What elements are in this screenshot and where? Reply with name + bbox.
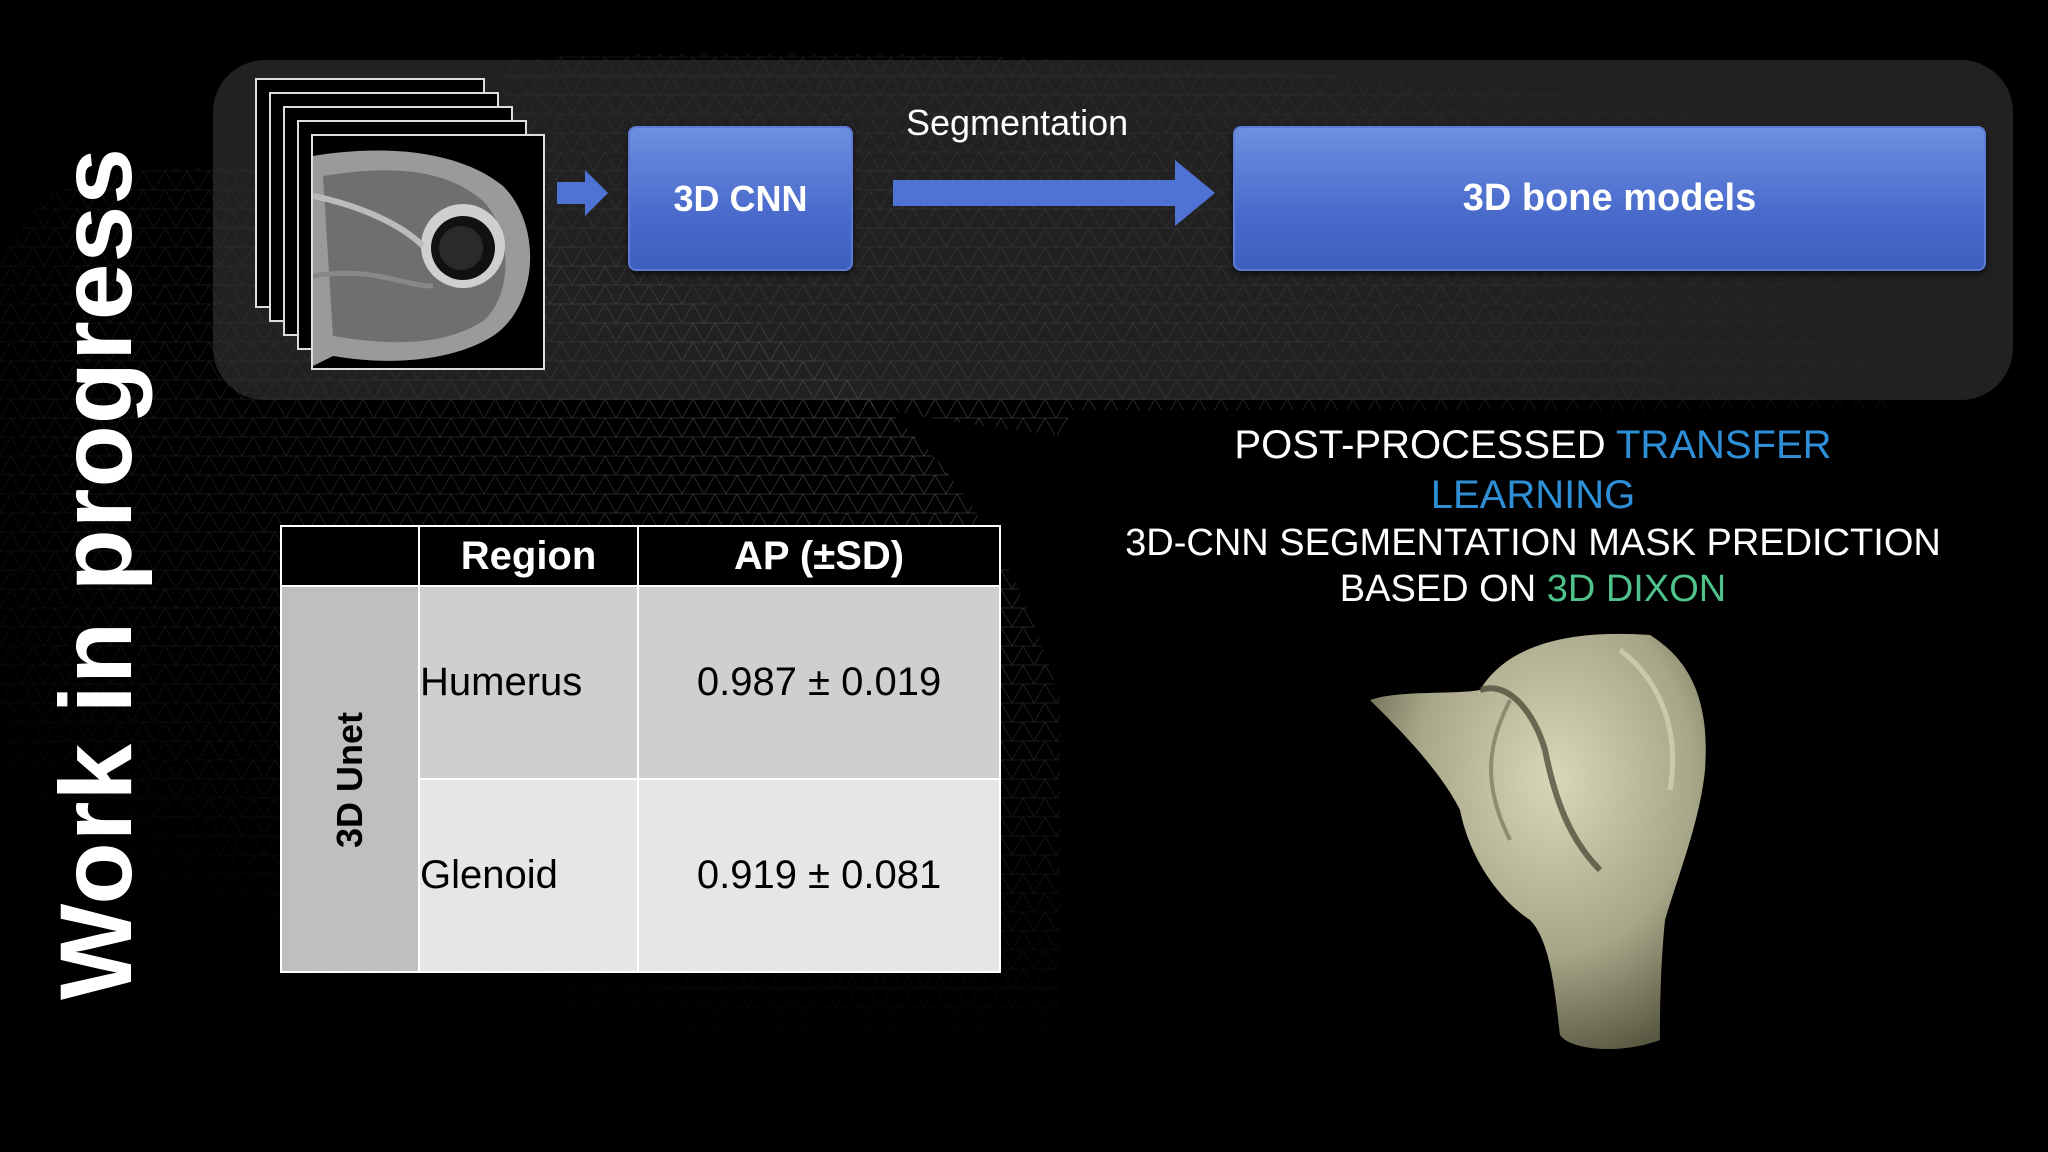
slide-title-vertical: Work in progress xyxy=(39,147,153,1000)
caption-line-2: LEARNING xyxy=(1430,473,1636,517)
region-cell: Glenoid xyxy=(418,778,640,973)
value-cell: 0.987 ± 0.019 xyxy=(637,585,1002,780)
render-caption: POST-PROCESSED TRANSFER LEARNING 3D-CNN … xyxy=(1068,420,1998,612)
bone-models-box: 3D bone models xyxy=(1233,126,1986,271)
header-cell-region: Region xyxy=(418,525,640,587)
results-table: Region AP (±SD) 3D Unet Humerus 0.987 ± … xyxy=(279,525,1002,973)
region-cell: Humerus xyxy=(418,585,640,780)
caption-text: POST-PROCESSED xyxy=(1234,423,1616,467)
caption-highlight-blue: TRANSFER xyxy=(1616,423,1832,467)
caption-line-4: BASED ON 3D DIXON xyxy=(1068,566,1998,612)
value-cell: 0.919 ± 0.081 xyxy=(637,778,1002,973)
segmentation-label: Segmentation xyxy=(906,102,1129,143)
mri-slice-stack-icon xyxy=(253,78,553,378)
arrow-right-long-icon xyxy=(893,160,1215,226)
table-row: 3D Unet Humerus 0.987 ± 0.019 xyxy=(279,585,1002,973)
caption-text: BASED ON xyxy=(1339,568,1547,610)
arrow-right-icon xyxy=(557,170,608,216)
cnn-box: 3D CNN xyxy=(628,126,853,271)
caption-highlight-green: 3D DIXON xyxy=(1546,568,1727,610)
header-cell xyxy=(279,525,421,587)
caption-line-3: 3D-CNN SEGMENTATION MASK PREDICTION xyxy=(1125,522,1941,564)
row-group-label: 3D Unet xyxy=(329,711,371,848)
row-group-label-cell: 3D Unet xyxy=(279,585,421,973)
header-cell-ap: AP (±SD) xyxy=(637,525,1002,587)
table-header-row: Region AP (±SD) xyxy=(279,525,1002,587)
humerus-bone-render-icon xyxy=(1370,633,1706,1050)
caption-line-1: POST-PROCESSED TRANSFER xyxy=(1068,420,1998,470)
